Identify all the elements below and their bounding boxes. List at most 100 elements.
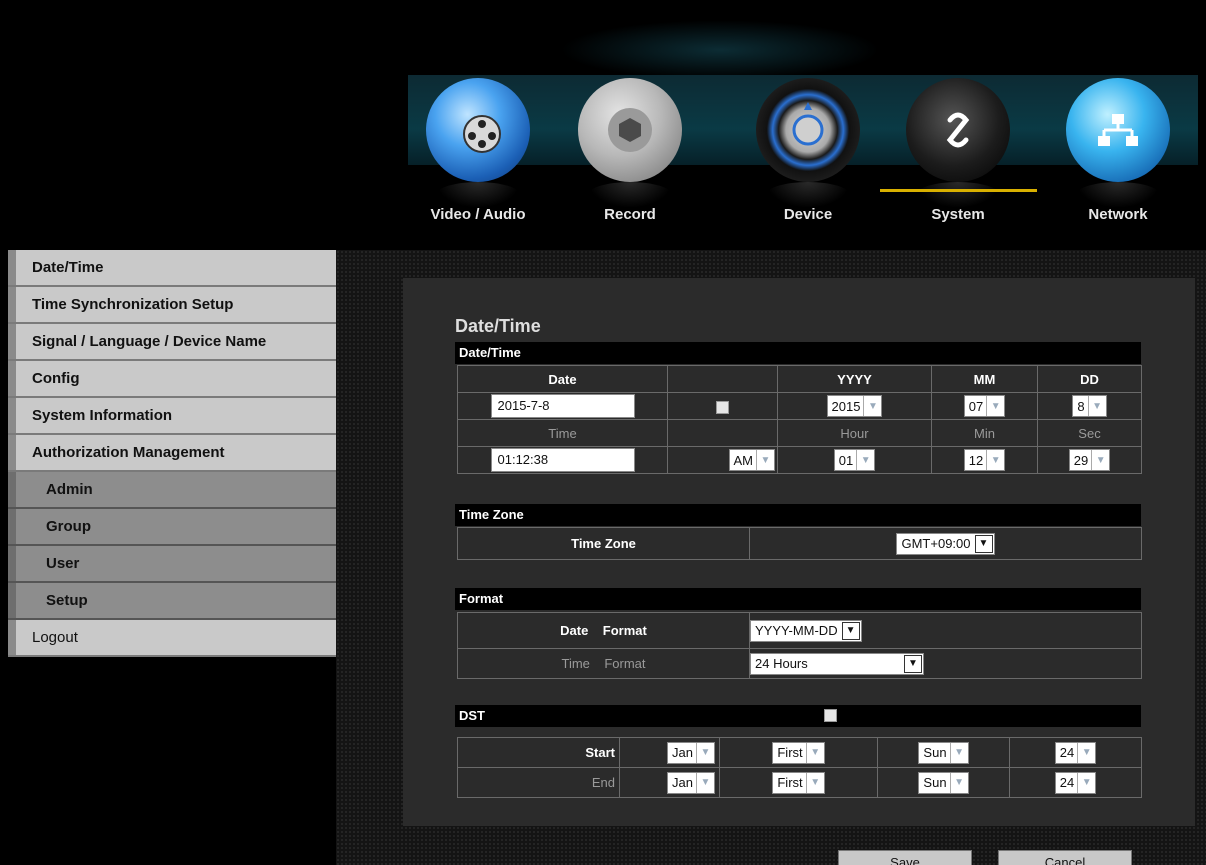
top-navigation: Video / Audio Record Device System Netwo… xyxy=(0,0,1206,248)
record-icon xyxy=(578,78,682,182)
dst-start-day-select[interactable]: Sun ▼ xyxy=(918,741,969,764)
date-time-table: Date YYYY MM DD 2015-7-8 2015 ▼ 07 ▼ 8 ▼ Ti… xyxy=(457,365,1142,474)
year-value: 2015 xyxy=(831,398,861,414)
dst-enable-checkbox[interactable] xyxy=(824,709,837,722)
dst-end-month-value: Jan xyxy=(672,775,693,790)
hour-select[interactable]: 01 ▼ xyxy=(833,449,876,471)
chevron-down-icon: ▼ xyxy=(696,742,714,763)
network-icon xyxy=(1066,78,1170,182)
nav-reflection xyxy=(766,182,850,208)
dst-end-week-select[interactable]: First ▼ xyxy=(772,771,825,794)
month-value: 07 xyxy=(968,398,984,414)
section-header-date-time: Date/Time xyxy=(455,342,1141,364)
nav-label: Video / Audio xyxy=(430,206,526,223)
dst-end-hour-value: 24 xyxy=(1059,775,1075,790)
month-select[interactable]: 07 ▼ xyxy=(963,395,1006,417)
chevron-down-icon: ▼ xyxy=(1077,742,1096,763)
sidebar-item-signal-language[interactable]: Signal / Language / Device Name xyxy=(8,324,336,361)
chevron-down-icon: ▼ xyxy=(863,396,882,416)
second-value: 29 xyxy=(1073,452,1089,468)
dst-start-week-select[interactable]: First ▼ xyxy=(772,741,825,764)
dst-end-hour-select[interactable]: 24 ▼ xyxy=(1054,771,1097,794)
sidebar: Date/Time Time Synchronization Setup Sig… xyxy=(8,250,336,657)
dst-end-week-value: First xyxy=(777,775,803,790)
second-select[interactable]: 29 ▼ xyxy=(1068,449,1111,471)
time-format-select[interactable]: 24 Hours ▼ xyxy=(750,652,924,675)
date-input[interactable]: 2015-7-8 xyxy=(490,394,635,418)
time-format-label-suffix: Format xyxy=(604,656,646,671)
cancel-button[interactable]: Cancel xyxy=(998,850,1132,865)
hour-value: 01 xyxy=(838,452,854,468)
nav-reflection xyxy=(588,182,672,208)
nav-network[interactable]: Network xyxy=(1048,78,1188,248)
section-header-format: Format xyxy=(455,588,1141,610)
dst-end-month-select[interactable]: Jan ▼ xyxy=(667,771,715,794)
subheader-min: Min xyxy=(931,419,1038,447)
time-input[interactable]: 01:12:38 xyxy=(490,448,635,472)
header-date: Date xyxy=(457,365,668,393)
nav-record[interactable]: Record xyxy=(560,78,700,248)
header-mm: MM xyxy=(931,365,1038,393)
subheader-hour: Hour xyxy=(777,419,932,447)
logout-button[interactable]: Logout xyxy=(8,620,336,657)
time-zone-value: GMT+09:00 xyxy=(901,536,971,551)
day-value: 8 xyxy=(1077,398,1085,414)
year-select[interactable]: 2015 ▼ xyxy=(826,395,883,417)
sidebar-subitem-admin[interactable]: Admin xyxy=(8,472,336,509)
nav-system[interactable]: System xyxy=(888,78,1028,248)
nav-label: Device xyxy=(783,206,833,223)
nav-reflection xyxy=(436,182,520,208)
section-header-time-zone: Time Zone xyxy=(455,504,1141,526)
dst-start-month-select[interactable]: Jan ▼ xyxy=(667,741,715,764)
date-format-label-suffix: Format xyxy=(602,623,647,638)
dst-start-week-value: First xyxy=(777,745,803,760)
sidebar-subitem-group[interactable]: Group xyxy=(8,509,336,546)
nav-reflection xyxy=(1076,182,1160,208)
save-button[interactable]: Save xyxy=(838,850,972,865)
date-manual-checkbox[interactable] xyxy=(716,400,729,414)
dst-table: Start Jan ▼ First ▼ Sun ▼ 24 ▼ End Jan ▼ Firs… xyxy=(457,737,1142,798)
ampm-value: AM xyxy=(733,452,754,468)
nav-video-audio[interactable]: Video / Audio xyxy=(408,78,548,248)
system-icon xyxy=(906,78,1010,182)
dst-start-day-value: Sun xyxy=(923,745,947,760)
date-format-value: YYYY-MM-DD xyxy=(755,623,838,638)
section-header-dst: DST xyxy=(455,705,1141,727)
chevron-down-icon: ▼ xyxy=(1087,396,1106,416)
sidebar-item-system-information[interactable]: System Information xyxy=(8,398,336,435)
sidebar-subitem-user[interactable]: User xyxy=(8,546,336,583)
subheader-time: Time xyxy=(457,419,668,447)
nav-device[interactable]: Device xyxy=(738,78,878,248)
minute-select[interactable]: 12 ▼ xyxy=(963,449,1006,471)
dst-end-label: End xyxy=(457,767,620,798)
time-format-value: 24 Hours xyxy=(755,656,808,671)
date-format-select[interactable]: YYYY-MM-DD ▼ xyxy=(750,619,862,642)
chevron-down-icon: ▼ xyxy=(805,772,824,793)
date-format-label: Date xyxy=(560,623,589,638)
dst-end-day-value: Sun xyxy=(923,775,947,790)
dst-start-month-value: Jan xyxy=(672,745,693,760)
video-audio-icon xyxy=(426,78,530,182)
page-title: Date/Time xyxy=(455,316,541,336)
chevron-down-icon: ▼ xyxy=(904,654,922,673)
sidebar-item-authorization[interactable]: Authorization Management xyxy=(8,435,336,472)
chevron-down-icon: ▼ xyxy=(986,396,1005,416)
ampm-select[interactable]: AM ▼ xyxy=(728,449,775,471)
nav-label: Network xyxy=(1088,206,1148,223)
format-table: Date Format YYYY-MM-DD ▼ Time Format 24 H… xyxy=(457,612,1142,679)
sidebar-item-date-time[interactable]: Date/Time xyxy=(8,250,336,287)
sidebar-subitem-setup[interactable]: Setup xyxy=(8,583,336,620)
dst-start-hour-select[interactable]: 24 ▼ xyxy=(1054,741,1097,764)
chevron-down-icon: ▼ xyxy=(949,772,968,793)
time-zone-select[interactable]: GMT+09:00 ▼ xyxy=(896,532,995,555)
chevron-down-icon: ▼ xyxy=(841,621,860,640)
header-dd: DD xyxy=(1037,365,1142,393)
sidebar-item-config[interactable]: Config xyxy=(8,361,336,398)
dst-start-hour-value: 24 xyxy=(1059,745,1075,760)
chevron-down-icon: ▼ xyxy=(986,450,1005,470)
sidebar-item-time-sync[interactable]: Time Synchronization Setup xyxy=(8,287,336,324)
day-select[interactable]: 8 ▼ xyxy=(1072,395,1107,417)
chevron-down-icon: ▼ xyxy=(856,450,875,470)
dst-end-day-select[interactable]: Sun ▼ xyxy=(918,771,969,794)
nav-backdrop-glow xyxy=(560,20,880,80)
